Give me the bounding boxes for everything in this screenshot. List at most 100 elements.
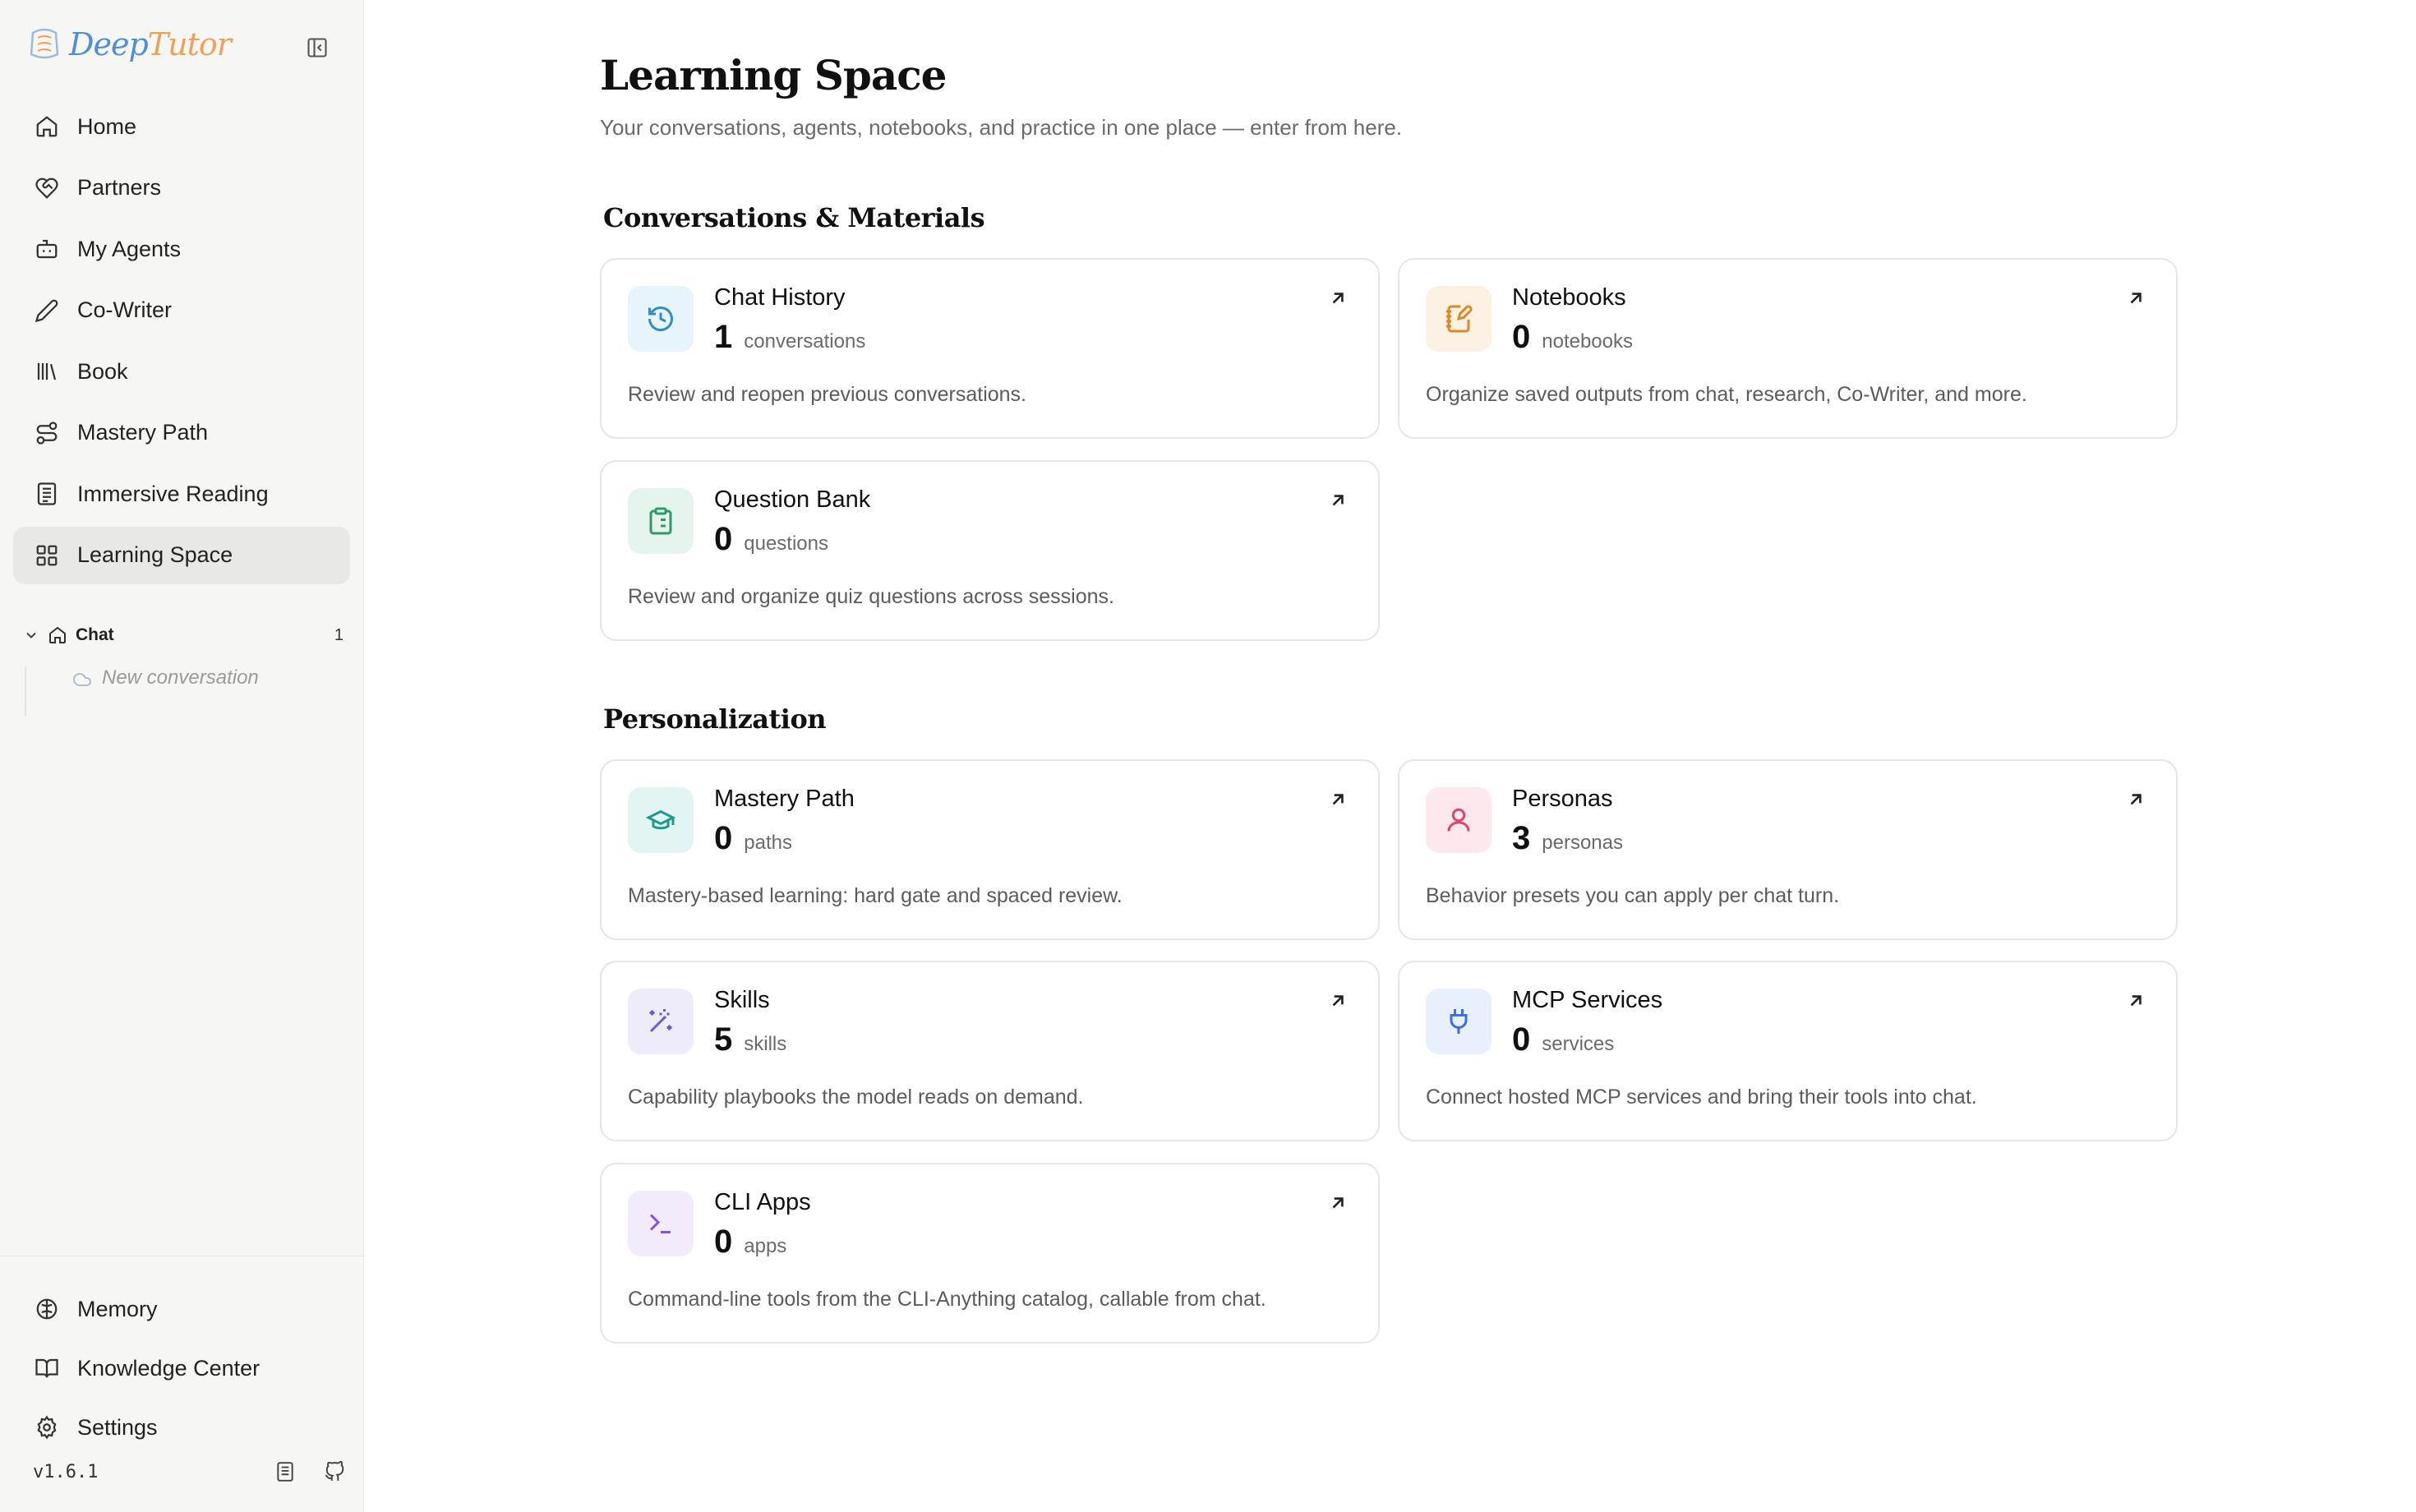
card-count-unit: questions [744,532,828,555]
nav-item-memory[interactable]: Memory [0,1279,364,1339]
card-description: Command-line tools from the CLI-Anything… [628,1288,1266,1311]
card-count: 0 notebooks [1512,319,1633,356]
card-description: Review and reopen previous conversations… [628,383,1026,406]
card-skills[interactable]: Skills 5 skills Capability playbooks the… [600,961,1380,1141]
card-title: Notebooks [1512,284,1626,311]
card-count: 0 paths [714,820,792,857]
card-count-value: 0 [714,521,733,557]
card-icon-box [628,1191,694,1256]
card-count-value: 1 [714,319,733,355]
logo-text-tutor: Tutor [147,26,232,62]
tree-item-label: New conversation [102,666,259,689]
card-notebooks[interactable]: Notebooks 0 notebooks Organize saved out… [1398,258,2178,439]
card-count-unit: apps [744,1235,787,1257]
logo-text: DeepTutor [69,26,232,62]
docs-icon[interactable] [274,1461,296,1482]
card-count-value: 0 [1512,319,1531,355]
arrow-up-right-icon [1332,794,1344,805]
section-title-conversations: Conversations & Materials [603,202,985,233]
github-icon[interactable] [324,1461,345,1482]
card-title: Question Bank [714,486,871,513]
app-logo[interactable]: DeepTutor [26,25,232,64]
arrow-up-right-icon [1332,495,1344,506]
nav-item-label: Immersive Reading [77,481,269,506]
gear-icon [37,1415,57,1440]
cloud-icon [73,673,91,686]
nav-item-settings[interactable]: Settings [0,1398,364,1457]
card-mcp-services[interactable]: MCP Services 0 services Connect hosted M… [1398,961,2178,1141]
history-icon [648,307,673,332]
card-count-unit: skills [744,1033,787,1055]
user-icon [1447,808,1470,832]
card-count-unit: paths [744,832,792,854]
nav-item-label: Mastery Path [77,420,209,445]
card-chat-history[interactable]: Chat History 1 conversations Review and … [600,258,1380,439]
chevron-down-icon[interactable] [23,627,39,643]
version-row: v1.6.1 [33,1461,345,1482]
card-icon-box [628,989,694,1054]
card-icon-box [628,787,694,853]
card-description: Capability playbooks the model reads on … [628,1086,1084,1109]
book-open-icon [35,1358,58,1378]
card-description: Mastery-based learning: hard gate and sp… [628,884,1123,907]
nav-item-partners[interactable]: Partners [13,159,350,217]
home-icon [49,626,66,643]
card-mastery-path[interactable]: Mastery Path 0 paths Mastery-based learn… [600,759,1380,940]
card-icon-box [628,488,694,554]
card-title: CLI Apps [714,1189,811,1215]
grid-icon [36,545,58,565]
nav-item-book[interactable]: Book [13,343,350,400]
brain-icon [36,1298,58,1320]
card-icon-box [1426,989,1492,1054]
card-count-unit: notebooks [1542,330,1634,353]
arrow-up-right-icon [1332,1197,1344,1209]
card-count-value: 5 [714,1021,733,1058]
collapse-sidebar-button[interactable] [304,35,330,61]
version-label: v1.6.1 [33,1461,99,1482]
nav-item-label: Partners [77,175,162,200]
tree-item-new-conversation[interactable]: New conversation [25,666,343,716]
card-cli-apps[interactable]: CLI Apps 0 apps Command-line tools from … [600,1163,1380,1344]
arrow-up-right-icon [1332,293,1344,304]
nav-item-knowledge-center[interactable]: Knowledge Center [0,1339,364,1398]
sidebar-bottom: Memory Knowledge Center Settings [0,1256,364,1457]
nav-item-immersive-reading[interactable]: Immersive Reading [13,465,350,523]
bot-icon [36,239,58,259]
nav-item-my-agents[interactable]: My Agents [13,220,350,278]
nav-item-mastery-path[interactable]: Mastery Path [13,404,350,462]
sidebar: DeepTutor Home Partners My Agents Co-Wri… [0,0,364,1512]
notebook-pen-icon [1446,305,1473,333]
card-icon-box [1426,286,1492,352]
route-icon [36,421,58,445]
terminal-icon [649,1214,671,1233]
card-title: Skills [714,987,770,1013]
card-question-bank[interactable]: Question Bank 0 questions Review and org… [600,460,1380,641]
nav-item-home[interactable]: Home [13,98,350,155]
card-count: 0 services [1512,1021,1614,1058]
card-personas[interactable]: Personas 3 personas Behavior presets you… [1398,759,2178,940]
chat-tree-header[interactable]: Chat 1 [23,620,343,650]
document-icon [37,482,57,505]
arrow-up-right-icon [1332,995,1344,1007]
page-subtitle: Your conversations, agents, notebooks, a… [600,115,1403,140]
main-nav: Home Partners My Agents Co-Writer Book M… [13,98,350,588]
card-title: MCP Services [1512,987,1663,1013]
card-count: 0 questions [714,521,828,558]
card-count: 1 conversations [714,319,865,356]
nav-item-label: Home [77,113,137,139]
graduation-cap-icon [646,809,675,830]
nav-item-co-writer[interactable]: Co-Writer [13,282,350,339]
chat-tree-label: Chat [76,625,114,644]
nav-item-label: Memory [77,1296,158,1321]
card-description: Review and organize quiz questions acros… [628,585,1114,608]
nav-item-label: Book [77,358,128,384]
home-icon [36,116,58,137]
card-title: Mastery Path [714,786,855,812]
section-title-personalization: Personalization [603,703,827,735]
library-icon [37,363,57,380]
card-count-unit: services [1542,1033,1615,1055]
nav-item-learning-space[interactable]: Learning Space [13,526,350,584]
card-count: 3 personas [1512,820,1623,857]
card-description: Connect hosted MCP services and bring th… [1426,1086,1977,1109]
card-count-value: 3 [1512,820,1531,856]
